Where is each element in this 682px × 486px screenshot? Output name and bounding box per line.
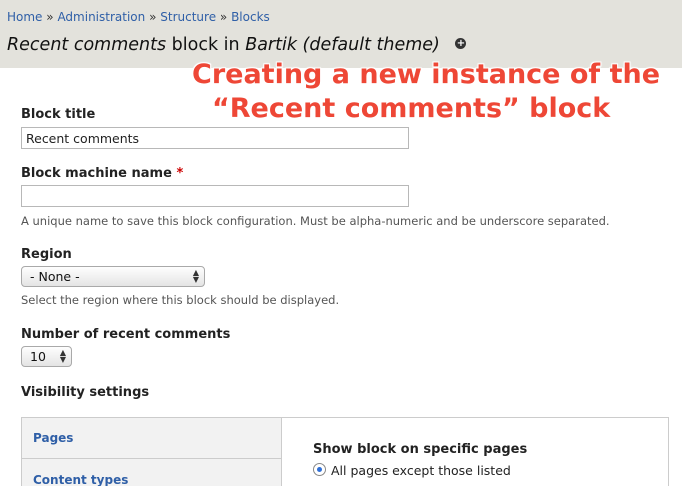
machine-name-label: Block machine name * — [21, 166, 183, 181]
breadcrumb-separator: » — [149, 10, 157, 24]
tab-divider — [22, 458, 281, 459]
select-arrows-icon: ▲ ▼ — [192, 268, 199, 284]
region-select[interactable]: - None - ▲ ▼ — [21, 266, 205, 287]
page-title-theme: Bartik (default theme) — [245, 35, 440, 55]
breadcrumb-blocks-link[interactable]: Blocks — [231, 10, 270, 24]
tab-pages[interactable]: Pages — [33, 431, 73, 445]
annotation-line-1: Creating a new instance of the — [192, 59, 661, 90]
recent-count-select-value: 10 — [30, 349, 46, 364]
add-shortcut-icon[interactable]: + — [455, 37, 467, 49]
page-title: Recent comments block in Bartik (default… — [7, 35, 467, 55]
recent-count-select[interactable]: 10 ▲ ▼ — [21, 346, 72, 367]
region-description: Select the region where this block shoul… — [21, 293, 340, 307]
machine-name-description: A unique name to save this block configu… — [21, 214, 610, 228]
select-arrows-icon: ▲ ▼ — [59, 348, 66, 364]
breadcrumb: Home » Administration » Structure » Bloc… — [7, 10, 270, 24]
breadcrumb-separator: » — [46, 10, 54, 24]
block-title-input[interactable] — [21, 127, 409, 149]
tab-content-types[interactable]: Content types — [33, 473, 128, 486]
breadcrumb-separator: » — [219, 10, 228, 24]
block-title-label: Block title — [21, 107, 96, 122]
all-pages-except-label[interactable]: All pages except those listed — [331, 463, 511, 478]
breadcrumb-home-link[interactable]: Home — [7, 10, 42, 24]
page-title-middle: block in — [171, 35, 240, 55]
visibility-heading: Visibility settings — [21, 385, 150, 400]
machine-name-label-text: Block machine name — [21, 166, 172, 181]
annotation-overlay: Creating a new instance of the “Recent c… — [192, 58, 660, 126]
pages-pane-title: Show block on specific pages — [313, 442, 528, 457]
all-pages-except-radio[interactable] — [313, 463, 326, 476]
vertical-tab-list: Pages Content types — [22, 418, 282, 486]
visibility-tabs: Pages Content types Show block on specif… — [21, 417, 669, 486]
region-label: Region — [21, 247, 72, 262]
breadcrumb-administration-link[interactable]: Administration — [57, 10, 145, 24]
page-title-block-name: Recent comments — [7, 35, 167, 55]
breadcrumb-structure-link[interactable]: Structure — [160, 10, 216, 24]
annotation-line-2: “Recent comments” block — [212, 93, 611, 124]
region-select-value: - None - — [30, 269, 80, 284]
recent-count-label: Number of recent comments — [21, 327, 231, 342]
machine-name-input[interactable] — [21, 185, 409, 207]
required-marker: * — [176, 166, 184, 181]
